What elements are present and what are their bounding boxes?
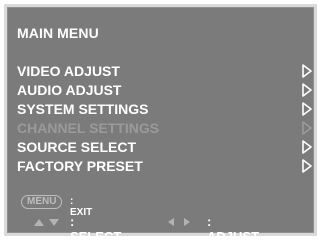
menu-item-video-adjust[interactable]: VIDEO ADJUST <box>7 63 314 82</box>
menu-title: MAIN MENU <box>17 25 99 41</box>
menu-item-label: CHANNEL SETTINGS <box>17 120 160 136</box>
chevron-right-icon <box>302 64 312 78</box>
menu-item-label: VIDEO ADJUST <box>17 63 120 79</box>
menu-key-badge: MENU <box>21 195 63 209</box>
osd-main-menu-panel: MAIN MENU VIDEO ADJUST AUDIO ADJUST SYST… <box>4 4 317 244</box>
menu-item-audio-adjust[interactable]: AUDIO ADJUST <box>7 82 314 101</box>
chevron-right-icon <box>302 140 312 154</box>
menu-item-source-select[interactable]: SOURCE SELECT <box>7 139 314 158</box>
menu-list: VIDEO ADJUST AUDIO ADJUST SYSTEM SETTING… <box>7 63 314 177</box>
menu-item-label: FACTORY PRESET <box>17 158 143 174</box>
menu-item-system-settings[interactable]: SYSTEM SETTINGS <box>7 101 314 120</box>
chevron-right-icon <box>302 102 312 116</box>
menu-item-label: AUDIO ADJUST <box>17 82 122 98</box>
menu-item-factory-preset[interactable]: FACTORY PRESET <box>7 158 314 177</box>
menu-item-channel-settings: CHANNEL SETTINGS <box>7 120 314 139</box>
left-right-arrows-icon <box>168 218 190 226</box>
chevron-right-icon <box>302 121 312 135</box>
menu-item-label: SYSTEM SETTINGS <box>17 101 149 117</box>
chevron-right-icon <box>302 159 312 173</box>
chevron-right-icon <box>302 83 312 97</box>
up-down-arrows-icon <box>34 219 59 226</box>
select-hint-label: : SELECT <box>70 214 122 244</box>
adjust-hint-label: : ADJUST <box>207 214 260 244</box>
menu-item-label: SOURCE SELECT <box>17 139 137 155</box>
